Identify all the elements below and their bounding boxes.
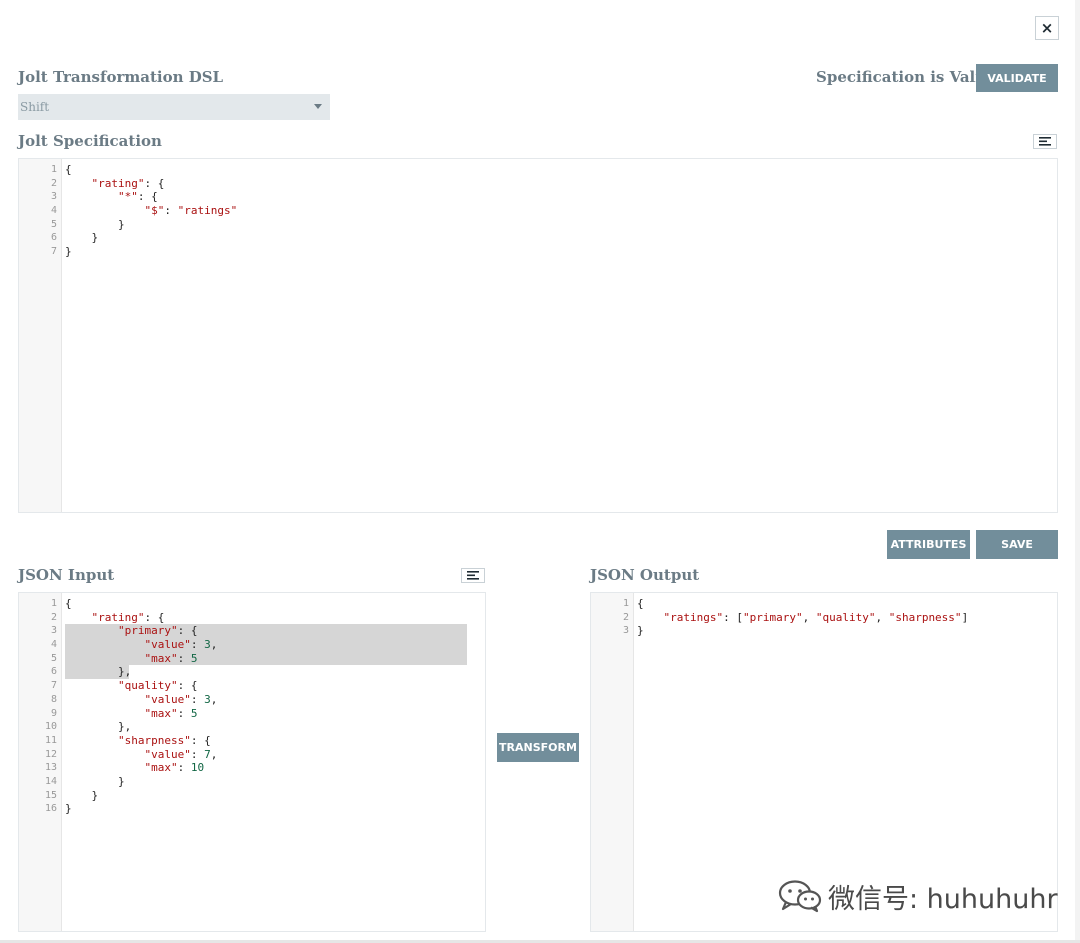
scrollbar-track[interactable] xyxy=(1075,0,1080,943)
output-gutter xyxy=(591,593,634,931)
transform-button[interactable]: TRANSFORM xyxy=(497,733,579,762)
close-icon: × xyxy=(1040,19,1054,37)
watermark-text: 微信号: huhuhuhr xyxy=(828,883,1058,915)
dsl-title: Jolt Transformation DSL xyxy=(18,68,224,86)
spec-title: Jolt Specification xyxy=(18,132,162,150)
output-code: 1{ 2 "ratings": ["primary", "quality", "… xyxy=(622,597,969,638)
close-button[interactable]: × xyxy=(1035,16,1059,40)
input-title: JSON Input xyxy=(18,566,115,584)
dsl-select[interactable]: Shift xyxy=(18,94,330,120)
spec-format-button[interactable] xyxy=(1033,134,1057,149)
watermark: 微信号: huhuhuhr xyxy=(778,876,1058,916)
align-left-icon xyxy=(1039,137,1051,146)
input-code: 1{ 2 "rating": { 3 "primary": { 4 "value… xyxy=(44,597,218,816)
input-format-button[interactable] xyxy=(461,568,485,583)
input-editor[interactable]: 1{ 2 "rating": { 3 "primary": { 4 "value… xyxy=(18,592,486,932)
validation-status: Specification is Valid xyxy=(816,68,992,86)
validate-button[interactable]: VALIDATE xyxy=(976,64,1058,92)
dsl-selected-value: Shift xyxy=(20,100,50,114)
chevron-down-icon xyxy=(314,104,322,109)
wechat-icon xyxy=(778,880,822,913)
align-left-icon xyxy=(467,571,479,580)
attributes-button[interactable]: ATTRIBUTES xyxy=(887,530,970,559)
output-title: JSON Output xyxy=(590,566,700,584)
spec-code: 1{ 2 "rating": { 3 "*": { 4 "$": "rating… xyxy=(50,163,238,259)
spec-editor[interactable]: 1{ 2 "rating": { 3 "*": { 4 "$": "rating… xyxy=(18,158,1058,513)
save-button[interactable]: SAVE xyxy=(976,530,1058,559)
